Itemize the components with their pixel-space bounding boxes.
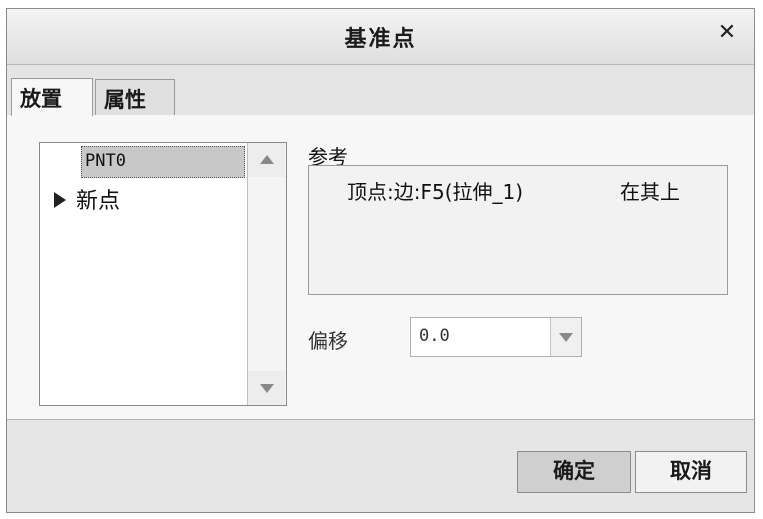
offset-label: 偏移: [308, 329, 348, 353]
offset-value[interactable]: 0.0: [419, 326, 450, 346]
offset-combobox[interactable]: 0.0: [410, 317, 582, 357]
reference-entry[interactable]: 顶点:边:F5(拉伸_1): [347, 176, 523, 205]
datum-point-dialog: 基准点 ✕ 放置 属性 PNT0 新点 参考 顶点:边:F5(拉伸_1) 在其上: [6, 8, 755, 513]
scroll-down-button[interactable]: [248, 371, 285, 405]
references-box[interactable]: 顶点:边:F5(拉伸_1) 在其上: [308, 165, 728, 295]
point-list[interactable]: PNT0 新点: [39, 142, 287, 406]
dialog-title: 基准点: [344, 27, 417, 52]
list-scrollbar[interactable]: [247, 143, 286, 405]
reference-type[interactable]: 在其上: [620, 176, 680, 205]
placement-panel: PNT0 新点 参考 顶点:边:F5(拉伸_1) 在其上 偏移 0.0: [7, 115, 754, 420]
arrow-right-icon: [54, 192, 66, 208]
list-item-label: 新点: [76, 189, 121, 214]
list-item-new-point[interactable]: 新点: [54, 183, 120, 215]
close-icon[interactable]: ✕: [714, 20, 740, 46]
cancel-button[interactable]: 取消: [635, 451, 747, 493]
offset-dropdown-button[interactable]: [550, 318, 581, 356]
list-item-pnt0[interactable]: PNT0: [81, 146, 245, 178]
scroll-up-button[interactable]: [248, 143, 285, 177]
ok-button[interactable]: 确定: [517, 451, 631, 493]
triangle-up-icon: [260, 155, 274, 164]
tab-properties[interactable]: 属性: [95, 79, 175, 115]
title-bar: 基准点 ✕: [7, 9, 754, 65]
tab-placement[interactable]: 放置: [11, 78, 93, 116]
button-bar: 确定 取消: [7, 420, 754, 512]
chevron-down-icon: [559, 333, 573, 342]
triangle-down-icon: [260, 384, 274, 393]
tab-bar: 放置 属性: [7, 65, 754, 116]
